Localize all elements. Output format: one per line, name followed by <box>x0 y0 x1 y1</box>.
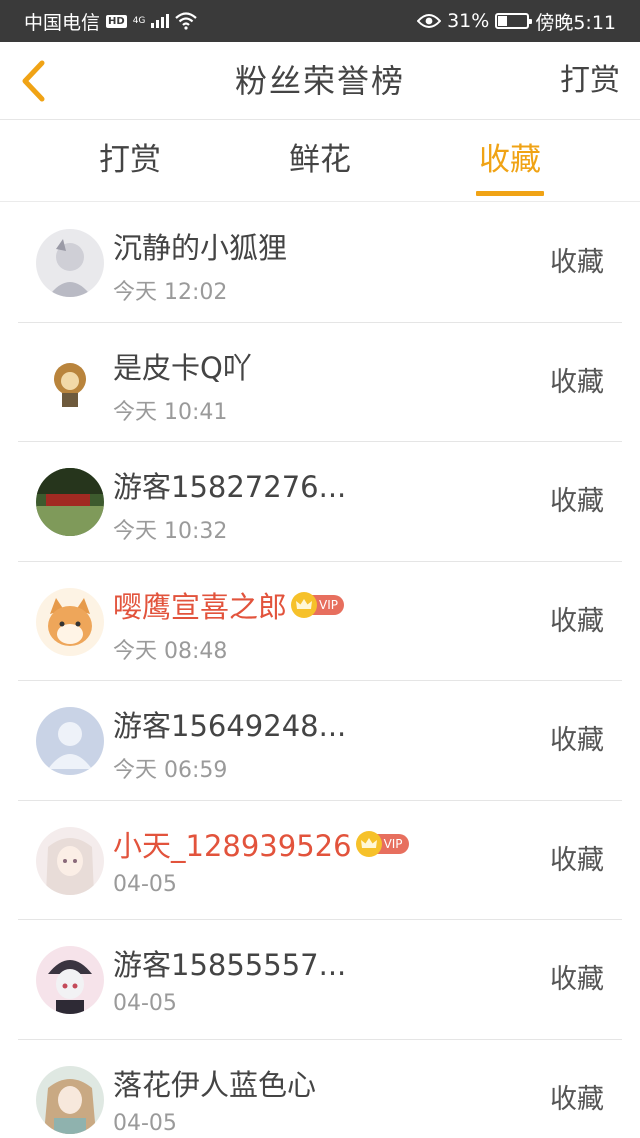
battery-icon <box>495 13 533 29</box>
list-item[interactable]: 沉静的小狐狸 今天 12:02 收藏 <box>0 203 640 323</box>
tab-favorites[interactable]: 收藏 <box>445 120 575 202</box>
tab-flowers[interactable]: 鲜花 <box>255 120 385 202</box>
user-name: 游客15827276... <box>113 464 346 506</box>
user-name-text: 沉静的小狐狸 <box>113 231 288 265</box>
user-name-text: 嘤鹰宣喜之郎 <box>113 589 288 624</box>
avatar <box>36 229 104 297</box>
user-name-text: 游客15649248... <box>113 709 347 743</box>
status-bar: 中国电信 HD 4G 31% 傍晚5:11 <box>0 0 640 42</box>
user-name: 游客15649248... <box>113 703 346 745</box>
active-tab-indicator <box>476 191 544 196</box>
timestamp: 今天 12:02 <box>113 280 228 305</box>
crown-icon <box>291 591 318 618</box>
reward-button[interactable]: 打赏 <box>560 42 620 120</box>
wifi-icon <box>175 12 198 30</box>
list-item[interactable]: 嘤鹰宣喜之郎 VIP 今天 08:48 收藏 <box>0 562 640 681</box>
network-type: 4G <box>132 16 146 26</box>
row-action-label: 收藏 <box>550 1083 604 1115</box>
timestamp: 04-05 <box>113 1110 177 1136</box>
user-name: 游客15855557... <box>113 942 346 984</box>
timestamp: 今天 10:32 <box>113 519 228 544</box>
row-action-label: 收藏 <box>550 725 604 756</box>
page-title: 粉丝荣誉榜 <box>234 62 405 100</box>
row-action-label: 收藏 <box>550 844 604 876</box>
row-action-label: 收藏 <box>550 486 604 517</box>
user-name: 是皮卡Q吖 <box>113 345 252 387</box>
hd-icon: HD <box>106 14 127 28</box>
user-name-text: 落花伊人蓝色心 <box>113 1067 317 1102</box>
status-right: 31% 傍晚5:11 <box>417 0 616 42</box>
eye-icon <box>417 14 442 28</box>
user-name-text: 小天_128939526 <box>113 828 352 863</box>
list-item[interactable]: 游客15855557... 04-05 收藏 <box>0 920 640 1040</box>
user-name: 嘤鹰宣喜之郎 VIP <box>113 584 344 626</box>
timestamp: 今天 06:59 <box>113 758 228 783</box>
list-item[interactable]: 小天_128939526 VIP 04-05 收藏 <box>0 801 640 920</box>
avatar <box>36 1065 104 1134</box>
user-name-text: 游客15855557... <box>113 948 347 982</box>
row-action-label: 收藏 <box>550 366 604 398</box>
timestamp: 04-05 <box>113 871 177 897</box>
tab-reward[interactable]: 打赏 <box>65 120 195 202</box>
row-action-label: 收藏 <box>550 247 604 278</box>
carrier-label: 中国电信 <box>24 11 101 34</box>
list-item[interactable]: 游客15827276... 今天 10:32 收藏 <box>0 442 640 562</box>
row-action-label: 收藏 <box>550 605 604 637</box>
user-name: 小天_128939526 VIP <box>113 823 409 865</box>
tab-bar: 打赏 鲜花 收藏 <box>0 120 640 202</box>
avatar <box>36 707 104 775</box>
vip-badge: VIP <box>355 830 409 857</box>
avatar <box>36 348 104 417</box>
avatar <box>36 826 104 895</box>
row-action-label: 收藏 <box>550 964 604 995</box>
vip-badge: VIP <box>291 591 344 618</box>
user-name-text: 游客15827276... <box>113 470 347 504</box>
user-name: 沉静的小狐狸 <box>113 225 287 267</box>
battery-percent: 31% <box>447 10 490 32</box>
timestamp: 04-05 <box>113 991 177 1016</box>
timestamp: 今天 10:41 <box>113 399 228 425</box>
signal-icon <box>151 14 170 28</box>
avatar <box>36 587 104 656</box>
avatar <box>36 468 104 536</box>
user-name: 落花伊人蓝色心 <box>113 1062 316 1104</box>
list-item[interactable]: 是皮卡Q吖 今天 10:41 收藏 <box>0 323 640 442</box>
crown-icon <box>355 830 382 857</box>
nav-bar: 粉丝荣誉榜 打赏 <box>0 42 640 120</box>
timestamp: 今天 08:48 <box>113 638 228 664</box>
clock: 傍晚5:11 <box>535 11 616 34</box>
status-left: 中国电信 HD 4G <box>24 0 198 42</box>
list-item[interactable]: 游客15649248... 今天 06:59 收藏 <box>0 681 640 801</box>
fan-list: 沉静的小狐狸 今天 12:02 收藏 是皮卡Q吖 今天 10:41 收藏 游客1… <box>0 203 640 1138</box>
user-name-text: 是皮卡Q吖 <box>113 350 252 385</box>
avatar <box>36 946 104 1014</box>
list-item[interactable]: 落花伊人蓝色心 04-05 收藏 <box>0 1040 640 1138</box>
